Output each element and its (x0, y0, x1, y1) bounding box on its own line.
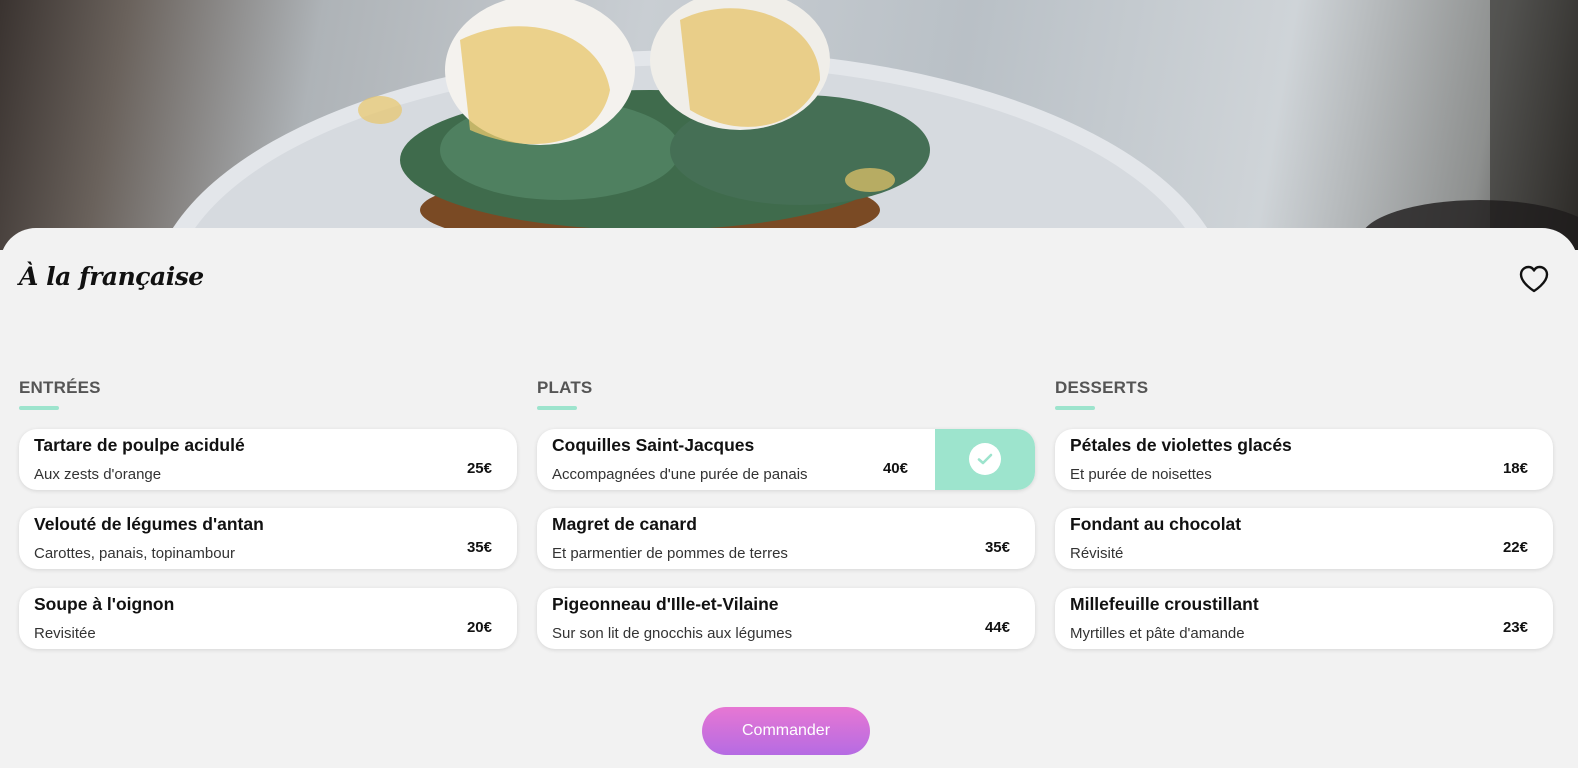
item-price: 44€ (984, 619, 1010, 636)
item-name: Soupe à l'oignon (34, 594, 175, 614)
menu-item-card[interactable]: Magret de canard Et parmentier de pommes… (537, 508, 1035, 569)
plats-section: PLATS Coquilles Saint-Jacques Accompagné… (537, 378, 1035, 649)
menu-item-card-selected[interactable]: Coquilles Saint-Jacques Accompagnées d'u… (537, 429, 1035, 490)
item-price: 40€ (882, 460, 908, 477)
heading-underline (537, 406, 577, 410)
item-name: Fondant au chocolat (1070, 514, 1242, 534)
plats-heading: PLATS (537, 378, 593, 397)
item-description: Carottes, panais, topinambour (34, 545, 235, 562)
menu-item-card[interactable]: Pétales de violettes glacés Et purée de … (1055, 429, 1553, 490)
check-icon (977, 453, 993, 465)
item-description: Et purée de noisettes (1070, 466, 1212, 483)
item-name: Velouté de légumes d'antan (34, 514, 264, 534)
item-price: 18€ (1502, 460, 1528, 477)
item-name: Magret de canard (552, 514, 697, 534)
selected-indicator[interactable] (935, 429, 1035, 490)
menu-item-card[interactable]: Velouté de légumes d'antan Carottes, pan… (19, 508, 517, 569)
desserts-heading: DESSERTS (1055, 378, 1149, 397)
item-price: 25€ (466, 460, 492, 477)
entrees-section: ENTRÉES Tartare de poulpe acidulé Aux ze… (19, 378, 517, 649)
menu-sheet (0, 228, 1578, 768)
item-name: Tartare de poulpe acidulé (34, 435, 245, 455)
item-name: Coquilles Saint-Jacques (552, 435, 755, 455)
item-price: 35€ (466, 539, 492, 556)
item-description: Révisité (1070, 545, 1124, 562)
item-description: Accompagnées d'une purée de panais (552, 466, 808, 483)
hero-image (0, 0, 1578, 250)
order-button[interactable]: Commander (702, 707, 870, 755)
heart-outline-icon (1519, 265, 1549, 293)
menu-item-card[interactable]: Pigeonneau d'Ille-et-Vilaine Sur son lit… (537, 588, 1035, 649)
item-name: Pétales de violettes glacés (1070, 435, 1292, 455)
check-badge (969, 443, 1001, 475)
item-price: 23€ (1502, 619, 1528, 636)
entrees-heading: ENTRÉES (19, 378, 101, 397)
item-name: Millefeuille croustillant (1070, 594, 1259, 614)
item-name: Pigeonneau d'Ille-et-Vilaine (552, 594, 779, 614)
menu-item-card[interactable]: Tartare de poulpe acidulé Aux zests d'or… (19, 429, 517, 490)
menu-item-card[interactable]: Fondant au chocolat Révisité 22€ (1055, 508, 1553, 569)
item-description: Aux zests d'orange (34, 466, 162, 483)
heading-underline (1055, 406, 1095, 410)
dish-illustration (161, 0, 1578, 250)
item-price: 22€ (1502, 539, 1528, 556)
item-description: Sur son lit de gnocchis aux légumes (552, 625, 793, 642)
desserts-section: DESSERTS Pétales de violettes glacés Et … (1055, 378, 1553, 649)
restaurant-title: À la française (19, 262, 204, 291)
menu-item-card[interactable]: Soupe à l'oignon Revisitée 20€ (19, 588, 517, 649)
item-description: Revisitée (34, 625, 96, 642)
heading-underline (19, 406, 59, 410)
item-price: 20€ (466, 619, 492, 636)
menu-item-card[interactable]: Millefeuille croustillant Myrtilles et p… (1055, 588, 1553, 649)
item-description: Et parmentier de pommes de terres (552, 545, 788, 562)
favorite-button[interactable] (1518, 264, 1550, 294)
item-description: Myrtilles et pâte d'amande (1070, 625, 1245, 642)
item-price: 35€ (984, 539, 1010, 556)
